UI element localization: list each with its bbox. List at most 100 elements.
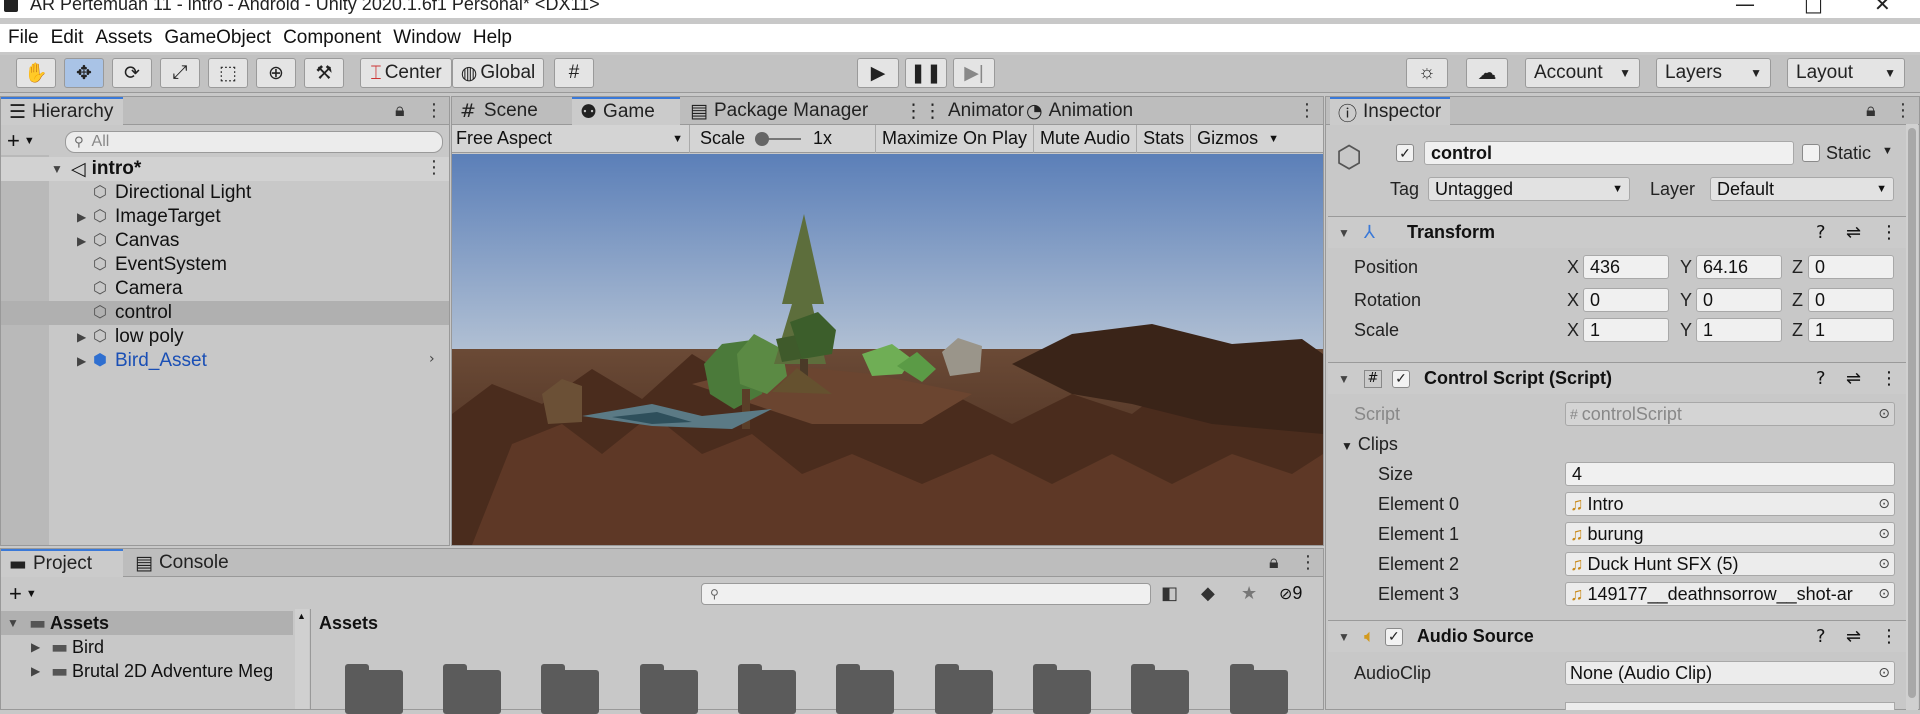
- expand-arrow[interactable]: ▶: [77, 234, 91, 248]
- preset-icon[interactable]: ⇌: [1846, 222, 1861, 243]
- scale-tool-icon[interactable]: ⤢: [160, 58, 200, 88]
- maximize-button[interactable]: □: [1804, 0, 1823, 16]
- panel-menu-icon[interactable]: ⋮: [1298, 100, 1316, 121]
- component-menu-icon[interactable]: ⋮: [1880, 222, 1898, 243]
- cloud-icon[interactable]: ☁: [1466, 58, 1508, 88]
- hidden-packages-toggle[interactable]: ⊘ 9: [1279, 583, 1302, 604]
- panel-menu-icon[interactable]: ⋮: [1299, 552, 1317, 573]
- element-2-field[interactable]: ♫ Duck Hunt SFX (5) ⊙: [1565, 552, 1895, 576]
- panel-menu-icon[interactable]: ⋮: [1894, 100, 1912, 121]
- scene-row[interactable]: ▼ ◁ intro* ⋮: [1, 157, 449, 181]
- audio-source-header[interactable]: ▼ 🔈︎ ✓ Audio Source ? ⇌ ⋮: [1328, 620, 1906, 652]
- position-y-field[interactable]: 64.16: [1696, 255, 1782, 279]
- gizmos-dropdown[interactable]: Gizmos ▼: [1191, 125, 1285, 153]
- project-search-input[interactable]: ⚲: [701, 583, 1151, 605]
- position-x-field[interactable]: 436: [1583, 255, 1669, 279]
- object-name-field[interactable]: control: [1424, 141, 1794, 165]
- help-icon[interactable]: ?: [1816, 368, 1826, 389]
- menu-window[interactable]: Window: [387, 27, 467, 49]
- scale-y-field[interactable]: 1: [1696, 318, 1782, 342]
- object-picker-icon[interactable]: ⊙: [1878, 556, 1890, 572]
- element-1-field[interactable]: ♫ burung ⊙: [1565, 522, 1895, 546]
- hierarchy-search-input[interactable]: ⚲ All: [65, 131, 443, 153]
- layout-dropdown[interactable]: Layout ▼: [1787, 58, 1905, 88]
- inspector-scrollbar[interactable]: [1906, 124, 1918, 710]
- menu-help[interactable]: Help: [467, 27, 518, 49]
- lock-icon[interactable]: 🔒︎: [395, 100, 405, 121]
- output-field-partial[interactable]: [1565, 702, 1895, 710]
- scale-z-field[interactable]: 1: [1808, 318, 1894, 342]
- tag-dropdown[interactable]: Untagged ▼: [1428, 177, 1630, 201]
- position-z-field[interactable]: 0: [1808, 255, 1894, 279]
- object-picker-icon[interactable]: ⊙: [1878, 496, 1890, 512]
- panel-menu-icon[interactable]: ⋮: [425, 100, 443, 121]
- rect-tool-icon[interactable]: ⬚: [208, 58, 248, 88]
- create-button[interactable]: + ▼: [7, 128, 35, 154]
- mute-audio-toggle[interactable]: Mute Audio: [1034, 124, 1138, 153]
- element-0-field[interactable]: ♫ Intro ⊙: [1565, 492, 1895, 516]
- menu-assets[interactable]: Assets: [89, 27, 158, 49]
- preset-icon[interactable]: ⇌: [1846, 368, 1861, 389]
- folder-icon[interactable]: [738, 664, 796, 714]
- tab-animator[interactable]: ⋮⋮ Animator: [896, 97, 1024, 125]
- folder-icon[interactable]: [1131, 664, 1189, 714]
- tab-console[interactable]: ▤ Console: [127, 549, 267, 577]
- object-picker-icon[interactable]: ⊙: [1878, 665, 1890, 681]
- element-3-field[interactable]: ♫ 149177__deathnsorrow__shot-ar ⊙: [1565, 582, 1895, 606]
- aspect-dropdown[interactable]: Free Aspect ▼: [452, 124, 690, 153]
- scene-menu-icon[interactable]: ⋮: [425, 157, 443, 178]
- pause-button[interactable]: ❚❚: [905, 58, 947, 88]
- tree-item[interactable]: ▶ ▬ Bird: [1, 635, 293, 659]
- tab-game[interactable]: ⚉ Game: [572, 97, 680, 125]
- scrollbar-thumb[interactable]: [1908, 128, 1916, 698]
- component-enabled-checkbox[interactable]: ✓: [1384, 627, 1403, 646]
- custom-tool-icon[interactable]: ⚒: [304, 58, 344, 88]
- chevron-down-icon[interactable]: ▼: [1882, 145, 1893, 157]
- space-global-toggle[interactable]: ◍ Global: [452, 58, 544, 88]
- transform-tool-icon[interactable]: ⊕: [256, 58, 296, 88]
- transform-header[interactable]: ▼ ⅄ Transform ? ⇌ ⋮: [1328, 216, 1906, 248]
- tree-item[interactable]: ▶ ▬ Brutal 2D Adventure Meg: [1, 659, 293, 683]
- create-button[interactable]: + ▼: [9, 581, 37, 607]
- hierarchy-item[interactable]: ⬡ Camera: [1, 277, 449, 301]
- filter-type-icon[interactable]: ◧: [1161, 583, 1178, 604]
- tab-scene[interactable]: # Scene: [452, 97, 570, 125]
- rotation-x-field[interactable]: 0: [1583, 288, 1669, 312]
- help-icon[interactable]: ?: [1816, 626, 1826, 647]
- tree-item-assets[interactable]: ▼ ▬ Assets: [1, 611, 293, 635]
- hierarchy-item[interactable]: ⬡ Directional Light: [1, 181, 449, 205]
- play-button[interactable]: ▶: [857, 58, 899, 88]
- object-picker-icon[interactable]: ⊙: [1878, 586, 1890, 602]
- layer-dropdown[interactable]: Default ▼: [1710, 177, 1894, 201]
- lock-icon[interactable]: 🔒︎: [1269, 552, 1279, 573]
- favorite-star-icon[interactable]: ★: [1241, 583, 1257, 604]
- step-button[interactable]: ▶|: [953, 58, 995, 88]
- menu-component[interactable]: Component: [277, 27, 387, 49]
- folder-icon[interactable]: [1033, 664, 1091, 714]
- stats-toggle[interactable]: Stats: [1137, 124, 1192, 153]
- scale-slider[interactable]: Scale 1x: [690, 124, 876, 153]
- hierarchy-item[interactable]: ▶ ⬡ ImageTarget: [1, 205, 449, 229]
- tab-package-manager[interactable]: ▤ Package Manager: [682, 97, 894, 125]
- lock-icon[interactable]: 🔒︎: [1866, 100, 1876, 121]
- tab-project[interactable]: ▬ Project: [1, 549, 123, 577]
- hierarchy-item[interactable]: ⬡ EventSystem: [1, 253, 449, 277]
- rotation-y-field[interactable]: 0: [1696, 288, 1782, 312]
- hierarchy-item[interactable]: ▶ ⬡ Canvas: [1, 229, 449, 253]
- size-field[interactable]: 4: [1565, 462, 1895, 486]
- active-checkbox[interactable]: ✓: [1396, 144, 1414, 162]
- folder-icon[interactable]: [836, 664, 894, 714]
- expand-arrow-icon[interactable]: ▶: [31, 640, 45, 654]
- component-menu-icon[interactable]: ⋮: [1880, 626, 1898, 647]
- expand-arrow-icon[interactable]: ▶: [31, 664, 45, 678]
- tab-animation[interactable]: ◔ Animation: [1018, 97, 1178, 125]
- rotate-tool-icon[interactable]: ⟳: [112, 58, 152, 88]
- expand-arrow[interactable]: ▶: [77, 354, 91, 368]
- expand-arrow[interactable]: ▶: [77, 210, 91, 224]
- close-button[interactable]: ✕: [1874, 0, 1891, 16]
- folder-icon[interactable]: [640, 664, 698, 714]
- account-dropdown[interactable]: Account ▼: [1525, 58, 1640, 88]
- move-tool-icon[interactable]: ✥: [64, 58, 104, 88]
- audioclip-field[interactable]: None (Audio Clip) ⊙: [1565, 661, 1895, 685]
- menu-edit[interactable]: Edit: [45, 27, 90, 49]
